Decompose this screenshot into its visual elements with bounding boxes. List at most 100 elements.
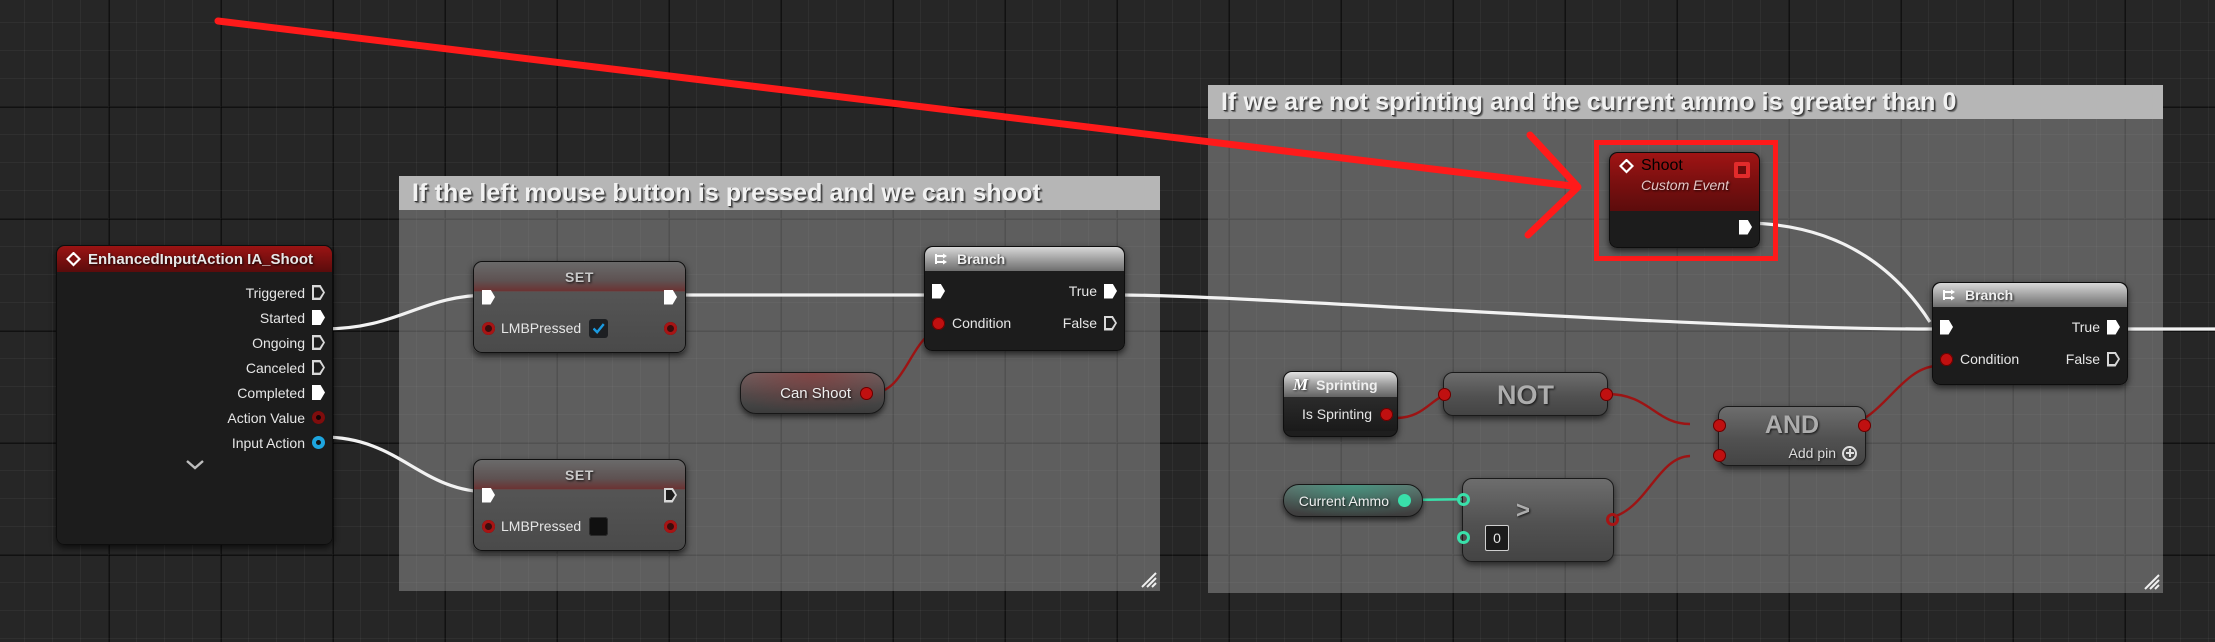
data-pin-in[interactable] (482, 321, 495, 335)
node-body: Branch True Condition False (1932, 282, 2128, 385)
branch-condition-row: Condition False (1933, 343, 2127, 375)
node-label: > (1515, 497, 1530, 524)
data-pin-input-action[interactable] (312, 436, 325, 449)
node-header[interactable]: Branch (1933, 283, 2127, 307)
node-title: Branch (957, 251, 1006, 267)
exec-pin-triggered[interactable] (312, 285, 325, 300)
branch-condition-row: Condition False (925, 307, 1124, 339)
pin-label: Started (259, 309, 305, 326)
comment-resize-handle-right[interactable] (2142, 572, 2160, 590)
data-pin-in-a[interactable] (1713, 419, 1726, 432)
exec-pin-started[interactable] (312, 310, 325, 325)
set-value-checkbox[interactable] (589, 318, 609, 338)
branch-exec-row: True (925, 275, 1124, 307)
node-get-current-ammo[interactable]: Current Ammo (1283, 484, 1423, 517)
plus-circle-icon[interactable] (1842, 446, 1857, 461)
exec-pin-true[interactable] (2107, 319, 2120, 335)
pin-row-completed[interactable]: Completed (57, 380, 332, 405)
set-exec-row (474, 482, 685, 508)
node-set-lmbpressed-false[interactable]: SET LMBPressed (473, 459, 686, 551)
exec-pin-out[interactable] (1739, 219, 1752, 235)
node-body: SET LMBPressed (473, 261, 686, 353)
node-body: SET LMBPressed (473, 459, 686, 551)
macro-m-icon: M (1293, 374, 1309, 394)
data-pin-out[interactable] (664, 321, 677, 335)
data-pin-in-a[interactable] (1457, 493, 1470, 506)
pin-row-started[interactable]: Started (57, 305, 332, 330)
add-pin-control[interactable]: Add pin (1789, 445, 1857, 461)
data-pin-out[interactable] (860, 386, 873, 400)
node-enhanced-input-action[interactable]: EnhancedInputAction IA_Shoot Triggered S… (56, 245, 333, 545)
node-and[interactable]: AND Add pin (1713, 406, 1871, 466)
exec-pin-in[interactable] (482, 289, 495, 305)
data-pin-condition[interactable] (1940, 352, 1953, 366)
node-label: AND (1764, 411, 1820, 439)
data-pin-action-value[interactable] (312, 411, 325, 424)
data-pin-out[interactable] (664, 519, 677, 533)
node-not[interactable]: NOT (1438, 372, 1613, 416)
node-sprinting[interactable]: M Sprinting Is Sprinting (1283, 371, 1398, 437)
node-header[interactable]: Shoot Custom Event (1610, 153, 1759, 211)
data-pin-out[interactable] (1398, 494, 1411, 507)
pin-label: Ongoing (252, 334, 305, 351)
exec-pin-in[interactable] (932, 283, 945, 299)
variable-label: Can Shoot (780, 384, 851, 402)
pin-label: Triggered (245, 284, 305, 301)
pin-row-input-action[interactable]: Input Action (57, 430, 332, 455)
exec-pin-canceled[interactable] (312, 360, 325, 375)
exec-pin-true[interactable] (1104, 283, 1117, 299)
node-body: EnhancedInputAction IA_Shoot Triggered S… (56, 245, 333, 545)
data-pin-in-b[interactable] (1713, 449, 1726, 462)
set-value-checkbox[interactable] (589, 516, 609, 536)
node-get-can-shoot[interactable]: Can Shoot (740, 372, 885, 414)
data-pin-is-sprinting[interactable] (1380, 407, 1393, 421)
data-pin-out[interactable] (1606, 513, 1619, 526)
variable-label: Current Ammo (1298, 492, 1389, 509)
pin-label-condition: Condition (952, 315, 1012, 331)
pin-row-action-value[interactable]: Action Value (57, 405, 332, 430)
exec-pin-in[interactable] (1940, 319, 1953, 335)
exec-pin-ongoing[interactable] (312, 335, 325, 350)
node-header[interactable]: Branch (925, 247, 1124, 271)
pin-row-canceled[interactable]: Canceled (57, 355, 332, 380)
pin-row-ongoing[interactable]: Ongoing (57, 330, 332, 355)
data-pin-out[interactable] (1858, 419, 1871, 432)
pin-label: Action Value (227, 409, 305, 426)
sprinting-output-row: Is Sprinting (1284, 397, 1397, 431)
comment-header[interactable]: If the left mouse button is pressed and … (399, 176, 1160, 210)
branch-icon (1943, 289, 1955, 300)
pin-label: Input Action (231, 434, 305, 451)
exec-pin-false[interactable] (2107, 352, 2120, 367)
chevron-down-icon[interactable] (185, 459, 205, 470)
data-pin-out[interactable] (1600, 388, 1613, 401)
blueprint-canvas[interactable]: If the left mouse button is pressed and … (0, 0, 2215, 642)
data-pin-in[interactable] (482, 519, 495, 533)
exec-pin-in[interactable] (482, 487, 495, 503)
pin-row-triggered[interactable]: Triggered (57, 280, 332, 305)
data-pin-in-b[interactable] (1457, 531, 1470, 544)
node-greater-than[interactable]: > 0 (1462, 478, 1614, 562)
exec-pin-completed[interactable] (312, 385, 325, 400)
data-pin-in[interactable] (1438, 388, 1451, 401)
pin-label-true: True (1068, 283, 1097, 299)
node-set-lmbpressed-true[interactable]: SET LMBPressed (473, 261, 686, 353)
greater-than-value-field[interactable]: 0 (1485, 525, 1509, 551)
node-branch-left[interactable]: Branch True Condition False (924, 246, 1125, 351)
exec-pin-out[interactable] (664, 289, 677, 305)
node-subtitle: Custom Event (1641, 177, 1729, 193)
comment-resize-handle-left[interactable] (1139, 570, 1157, 588)
data-pin-condition[interactable] (932, 316, 945, 330)
exec-pin-false[interactable] (1104, 316, 1117, 331)
comment-right-text: If we are not sprinting and the current … (1221, 87, 1957, 116)
node-header[interactable]: M Sprinting (1284, 372, 1397, 397)
comment-header[interactable]: If we are not sprinting and the current … (1208, 85, 2163, 119)
branch-exec-row: True (1933, 311, 2127, 343)
node-branch-right[interactable]: Branch True Condition False (1932, 282, 2128, 385)
node-header[interactable]: EnhancedInputAction IA_Shoot (57, 246, 332, 272)
node-title: EnhancedInputAction IA_Shoot (88, 250, 313, 268)
pin-label: Completed (237, 384, 305, 401)
event-diamond-icon (66, 251, 81, 267)
exec-pin-out[interactable] (664, 488, 677, 503)
node-custom-event-shoot[interactable]: Shoot Custom Event (1609, 152, 1760, 248)
pin-label-true: True (2071, 319, 2100, 335)
